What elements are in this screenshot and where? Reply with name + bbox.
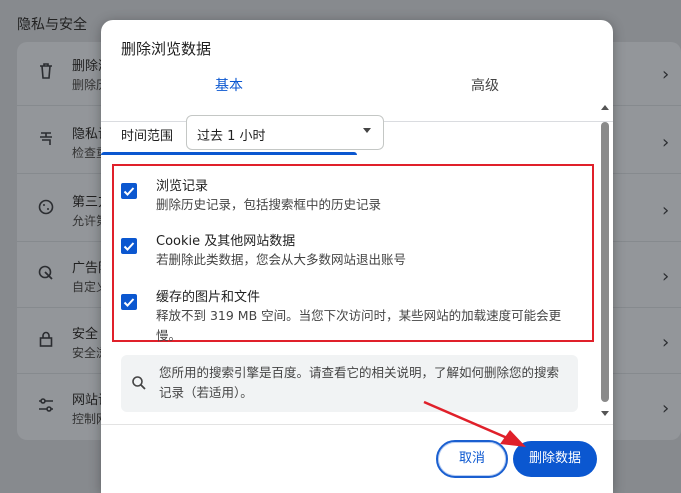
chevron-right-icon: › xyxy=(662,266,670,287)
clear-browsing-data-dialog: 删除浏览数据 基本 高级 时间范围 过去 1 小时 浏览记录 删除历史记录，包括… xyxy=(101,20,613,493)
search-icon xyxy=(131,375,147,395)
scroll-thumb[interactable] xyxy=(601,122,609,402)
settings-row-title: 删除浏 xyxy=(72,59,102,74)
ad-icon xyxy=(35,265,57,287)
scroll-down-arrow-icon[interactable] xyxy=(601,411,609,416)
settings-row-title: 广告隐 xyxy=(72,261,102,276)
delete-data-button[interactable]: 删除数据 xyxy=(513,441,597,477)
settings-row-desc: 控制网 xyxy=(72,412,102,426)
info-text: 您所用的搜索引擎是百度。请查看它的相关说明，了解如何删除您的搜索记录（若适用）。 xyxy=(159,365,560,400)
shield-icon xyxy=(35,131,57,153)
footer-divider xyxy=(101,424,613,425)
settings-row-desc: 允许第 xyxy=(72,214,102,228)
option-title: 浏览记录 xyxy=(156,179,209,194)
time-range-select[interactable]: 过去 1 小时 xyxy=(186,115,384,150)
chevron-right-icon: › xyxy=(662,398,670,419)
scrollbar[interactable] xyxy=(600,105,610,425)
settings-row-title: 隐私设 xyxy=(72,127,102,142)
option-desc: 若删除此类数据，您会从大多数网站退出账号 xyxy=(156,252,407,267)
chevron-right-icon: › xyxy=(662,132,670,153)
dialog-title: 删除浏览数据 xyxy=(121,40,212,58)
time-range-label: 时间范围 xyxy=(121,129,174,144)
time-range-value: 过去 1 小时 xyxy=(197,129,266,144)
option-desc: 删除历史记录，包括搜索框中的历史记录 xyxy=(156,197,382,212)
dialog-content: 时间范围 过去 1 小时 浏览记录 删除历史记录，包括搜索框中的历史记录 Coo… xyxy=(101,103,613,433)
cancel-button[interactable]: 取消 xyxy=(436,440,508,478)
section-title: 隐私与安全 xyxy=(17,17,87,33)
search-engine-info: 您所用的搜索引擎是百度。请查看它的相关说明，了解如何删除您的搜索记录（若适用）。 xyxy=(121,355,578,412)
option-title: Cookie 及其他网站数据 xyxy=(156,234,296,249)
chevron-right-icon: › xyxy=(662,200,670,221)
sliders-icon xyxy=(35,397,57,419)
settings-row-desc: 安全浏 xyxy=(72,346,102,360)
cache-checkbox[interactable] xyxy=(121,294,137,310)
dropdown-arrow-icon xyxy=(363,128,371,133)
option-desc: 释放不到 319 MB 空间。当您下次访问时，某些网站的加载速度可能会更慢。 xyxy=(156,308,562,343)
trash-icon xyxy=(35,63,57,85)
settings-row-title: 安全 xyxy=(72,327,99,342)
cookies-checkbox[interactable] xyxy=(121,238,137,254)
settings-row-desc: 检查重 xyxy=(72,146,102,160)
chevron-right-icon: › xyxy=(662,64,670,85)
chevron-right-icon: › xyxy=(662,332,670,353)
browsing-history-checkbox[interactable] xyxy=(121,183,137,199)
scroll-up-arrow-icon[interactable] xyxy=(601,105,609,110)
settings-row-desc: 删除历 xyxy=(72,78,102,92)
settings-row-desc: 自定义 xyxy=(72,280,102,294)
settings-row-title: 网站设 xyxy=(72,393,102,408)
lock-icon xyxy=(35,331,57,353)
option-title: 缓存的图片和文件 xyxy=(156,290,261,305)
settings-row-title: 第三方 xyxy=(72,195,102,210)
cookie-icon xyxy=(35,199,57,221)
